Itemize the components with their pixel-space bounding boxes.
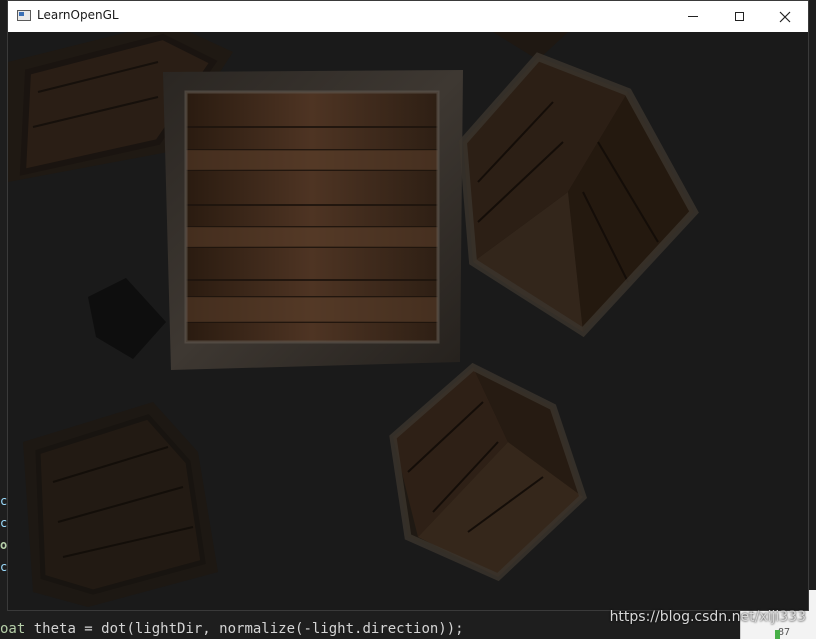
window-title: LearnOpenGL [37, 8, 119, 22]
crate-top-edge [493, 32, 568, 60]
close-icon [779, 11, 791, 22]
maximize-icon [734, 12, 744, 21]
title-bar[interactable]: LearnOpenGL [8, 1, 808, 33]
crate-scene [8, 32, 699, 607]
crate-right-rotated [458, 52, 699, 338]
close-button[interactable] [762, 1, 808, 32]
minimap-change-bar [775, 630, 780, 639]
minimize-icon [688, 16, 698, 17]
code-keyword: oat [0, 621, 26, 637]
opengl-window[interactable]: LearnOpenGL [7, 0, 809, 611]
watermark-text: https://blog.csdn.net/xiji333 [609, 609, 806, 625]
render-viewport[interactable] [8, 32, 808, 610]
code-text: theta = dot(lightDir, normalize(-light.d… [25, 621, 464, 637]
crate-bottom-left [23, 402, 218, 607]
minimize-button[interactable] [670, 1, 716, 32]
crate-small-dark [88, 278, 166, 359]
crate-front-center [163, 70, 463, 370]
maximize-button[interactable] [716, 1, 762, 32]
editor-code-line: oat theta = dot(lightDir, normalize(-lig… [0, 621, 464, 637]
app-window-icon [17, 10, 31, 21]
crate-bottom-right [389, 362, 588, 582]
